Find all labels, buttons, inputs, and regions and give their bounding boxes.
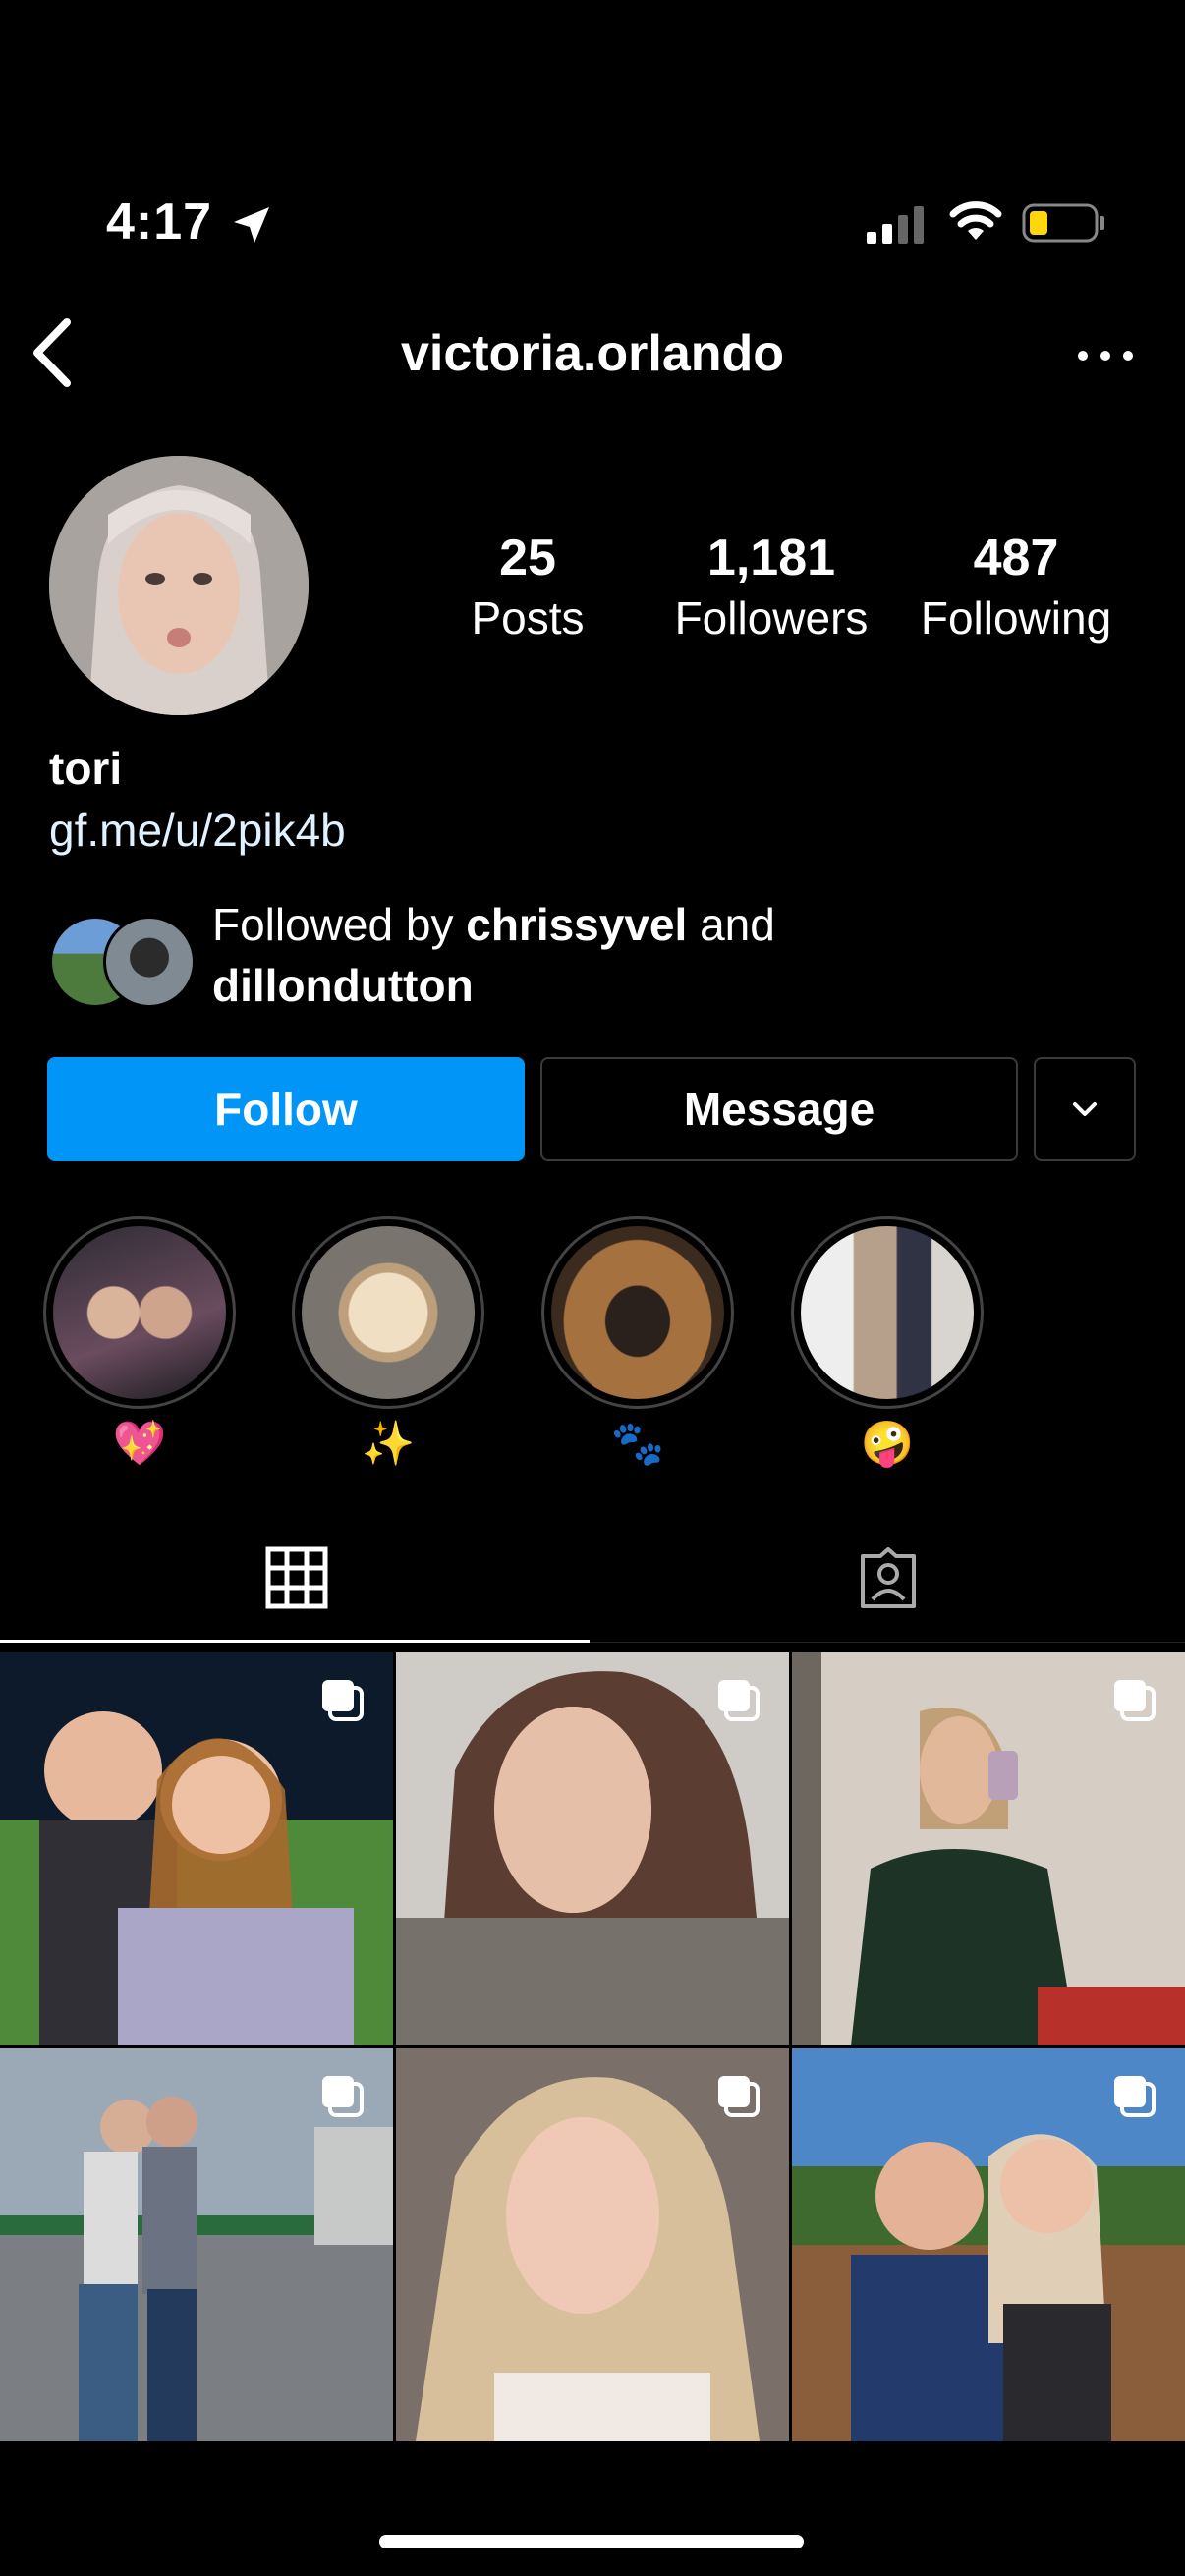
posts-stat: 25 Posts xyxy=(429,529,626,648)
chevron-down-icon xyxy=(1073,1102,1097,1116)
highlight-2-label: ✨ xyxy=(361,1420,416,1468)
posts-label: Posts xyxy=(471,592,585,644)
suggested-accounts-button[interactable] xyxy=(1034,1057,1136,1161)
followed-by-text[interactable]: Followed by chrissyvel and dillondutton xyxy=(212,894,1116,1016)
home-indicator[interactable] xyxy=(379,2535,804,2548)
tagged-person-icon[interactable] xyxy=(857,1546,920,1609)
grid-icon[interactable] xyxy=(265,1546,328,1609)
signal-icon xyxy=(867,206,924,244)
active-tab-indicator xyxy=(0,1640,590,1643)
highlight-4[interactable] xyxy=(791,1216,984,1409)
followed-by-conj: and xyxy=(700,899,775,950)
following-stat[interactable]: 487 Following xyxy=(918,529,1114,648)
profile-username: victoria.orlando xyxy=(400,325,785,382)
bio-link[interactable]: gf.me/u/2pik4b xyxy=(49,804,346,857)
status-time: 4:17 xyxy=(106,194,213,251)
follow-button[interactable]: Follow xyxy=(47,1057,525,1161)
highlight-1[interactable] xyxy=(43,1216,236,1409)
mutual-avatar[interactable] xyxy=(103,916,196,1008)
followed-by-prefix: Followed by xyxy=(212,899,454,950)
display-name: tori xyxy=(49,743,123,794)
multiple-posts-icon xyxy=(322,2076,364,2117)
mutual-user-1[interactable]: chrissyvel xyxy=(466,899,687,950)
tab-divider xyxy=(590,1642,1185,1643)
multiple-posts-icon xyxy=(1114,1680,1156,1721)
followers-stat[interactable]: 1,181 Followers xyxy=(673,529,870,648)
battery-icon xyxy=(1022,203,1104,243)
highlight-3-label: 🐾 xyxy=(610,1420,665,1468)
post-thumbnail[interactable] xyxy=(792,2048,1185,2441)
location-arrow-icon xyxy=(234,207,269,243)
following-count: 487 xyxy=(973,530,1059,587)
following-label: Following xyxy=(920,592,1112,644)
highlight-4-label: 🤪 xyxy=(860,1420,915,1468)
message-button[interactable]: Message xyxy=(540,1057,1018,1161)
mutual-user-2[interactable]: dillondutton xyxy=(212,960,474,1011)
avatar[interactable] xyxy=(49,456,309,715)
posts-count: 25 xyxy=(499,530,556,587)
multiple-posts-icon xyxy=(1114,2076,1156,2117)
post-thumbnail[interactable] xyxy=(396,1652,789,2045)
highlight-1-label: 💖 xyxy=(112,1420,167,1468)
highlight-3[interactable] xyxy=(541,1216,734,1409)
followers-count: 1,181 xyxy=(706,530,836,587)
ellipsis-icon[interactable] xyxy=(1071,340,1140,371)
multiple-posts-icon xyxy=(718,2076,760,2117)
multiple-posts-icon xyxy=(718,1680,760,1721)
post-thumbnail[interactable] xyxy=(396,2048,789,2441)
post-thumbnail[interactable] xyxy=(792,1652,1185,2045)
post-thumbnail[interactable] xyxy=(0,2048,393,2441)
wifi-icon xyxy=(949,201,1002,240)
post-thumbnail[interactable] xyxy=(0,1652,393,2045)
highlight-2[interactable] xyxy=(292,1216,484,1409)
multiple-posts-icon xyxy=(322,1680,364,1721)
followers-label: Followers xyxy=(674,592,869,644)
